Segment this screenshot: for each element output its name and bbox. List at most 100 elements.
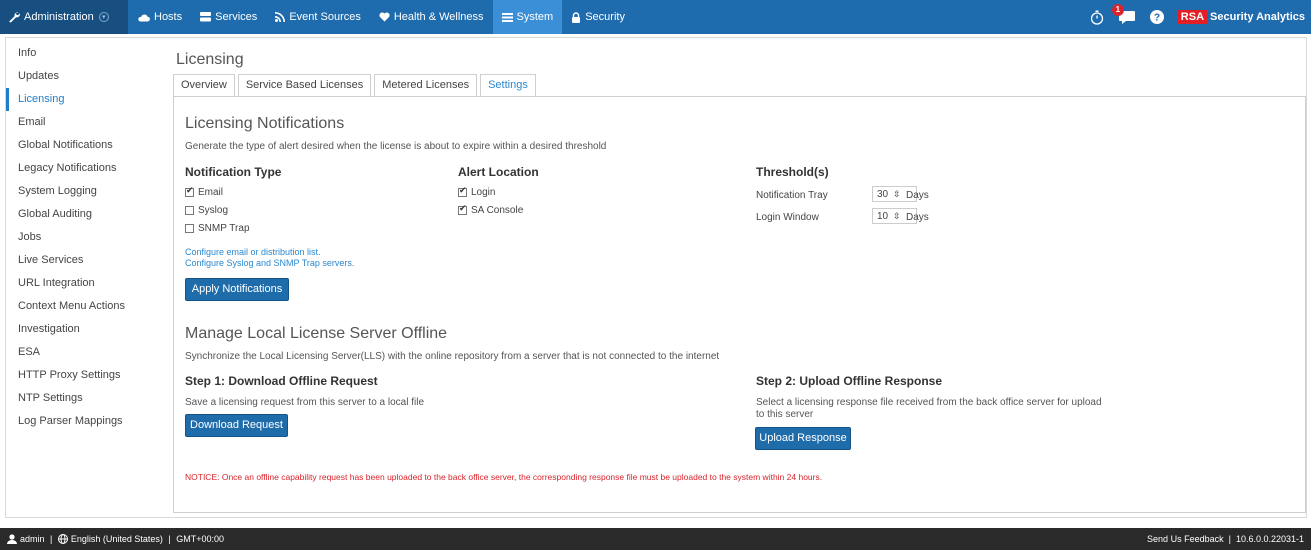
login-window-unit: Days (906, 212, 929, 223)
sidebar-item-updates[interactable]: Updates (6, 65, 164, 88)
sidebar-item-system-logging[interactable]: System Logging (6, 180, 164, 203)
nav-health-wellness[interactable]: Health & Wellness (370, 0, 493, 34)
notification-count-badge: 1 (1111, 3, 1124, 16)
sidebar-item-global-notifications[interactable]: Global Notifications (6, 134, 164, 157)
step1-heading: Step 1: Download Offline Request (185, 374, 378, 388)
syslog-checkbox-label: Syslog (198, 205, 229, 216)
sidebar-item-http-proxy-settings[interactable]: HTTP Proxy Settings (6, 364, 164, 387)
footer-separator: | (1223, 534, 1236, 544)
step2-heading: Step 2: Upload Offline Response (756, 374, 943, 388)
tab-service-based-licenses[interactable]: Service Based Licenses (237, 74, 372, 96)
sidebar-item-licensing[interactable]: Licensing (6, 88, 164, 111)
wrench-icon (9, 12, 20, 23)
rsa-logo-text: Security Analytics (1210, 11, 1305, 23)
nav-security[interactable]: Security (562, 0, 634, 34)
nav-security-label: Security (585, 11, 625, 23)
top-right-tools: 1 ? RSA Security Analytics (1090, 0, 1305, 34)
server-icon (200, 12, 212, 22)
globe-icon (57, 534, 68, 544)
sidebar-item-esa[interactable]: ESA (6, 341, 164, 364)
stopwatch-icon[interactable] (1090, 10, 1104, 25)
sidebar-item-live-services[interactable]: Live Services (6, 249, 164, 272)
snmp-trap-checkbox[interactable]: SNMP Trap (185, 223, 250, 234)
checkbox-checked-icon[interactable] (458, 185, 467, 197)
svg-text:?: ? (1154, 13, 1160, 24)
thresholds-heading: Threshold(s) (756, 165, 829, 179)
nav-system-label: System (516, 11, 554, 23)
notification-tray-unit: Days (906, 190, 929, 201)
up-down-arrows-icon[interactable]: ⇳ (893, 189, 901, 200)
chevron-down-icon[interactable]: ▾ (98, 12, 109, 22)
notifications-button[interactable]: 1 (1111, 3, 1136, 25)
notification-tray-value: 30 (877, 188, 889, 200)
main-content: Licensing Overview Service Based License… (170, 38, 1306, 517)
nav-system[interactable]: System (492, 0, 563, 34)
sa-console-checkbox[interactable]: SA Console (458, 203, 524, 216)
sidebar-item-global-auditing[interactable]: Global Auditing (6, 203, 164, 226)
login-checkbox-label: Login (471, 187, 496, 198)
configure-email-link[interactable]: Configure email or distribution list. (185, 247, 321, 257)
sidebar-item-investigation[interactable]: Investigation (6, 318, 164, 341)
heart-icon (379, 12, 390, 22)
checkbox-unchecked-icon[interactable] (185, 224, 194, 233)
login-window-value: 10 (877, 210, 889, 222)
footer-right: Send Us Feedback | 10.6.0.0.22031-1 (1147, 528, 1304, 550)
nav-services[interactable]: Services (191, 0, 266, 34)
settings-panel: Licensing Notifications Generate the typ… (173, 96, 1306, 513)
sidebar-item-legacy-notifications[interactable]: Legacy Notifications (6, 157, 164, 180)
licensing-notifications-description: Generate the type of alert desired when … (185, 141, 607, 152)
checkbox-unchecked-icon[interactable] (185, 206, 194, 215)
configure-syslog-link[interactable]: Configure Syslog and SNMP Trap servers. (185, 258, 354, 268)
notification-tray-label: Notification Tray (756, 190, 828, 201)
nav-health-wellness-label: Health & Wellness (393, 11, 484, 23)
page-title: Licensing (176, 51, 244, 68)
nav-administration-label: Administration (24, 11, 94, 23)
download-request-button[interactable]: Download Request (185, 414, 288, 437)
sidebar-item-log-parser-mappings[interactable]: Log Parser Mappings (6, 410, 164, 433)
login-window-label: Login Window (756, 212, 819, 223)
offline-notice-text: NOTICE: Once an offline capability reque… (185, 472, 823, 482)
sidebar-item-url-integration[interactable]: URL Integration (6, 272, 164, 295)
tab-overview[interactable]: Overview (173, 74, 235, 96)
footer-username[interactable]: admin (20, 534, 45, 544)
nav-event-sources[interactable]: Event Sources (266, 0, 370, 34)
help-icon[interactable]: ? (1149, 10, 1164, 24)
sidebar-item-email[interactable]: Email (6, 111, 164, 134)
nav-administration[interactable]: Administration ▾ (0, 0, 128, 34)
footer-separator: | (47, 534, 55, 544)
manage-offline-heading: Manage Local License Server Offline (185, 325, 448, 342)
rsa-logo-box: RSA (1177, 10, 1208, 24)
email-checkbox-label: Email (198, 187, 224, 198)
send-feedback-link[interactable]: Send Us Feedback (1147, 534, 1224, 544)
version-label: 10.6.0.0.22031-1 (1235, 534, 1304, 544)
checkbox-checked-icon[interactable] (458, 203, 467, 215)
nav-hosts[interactable]: Hosts (128, 0, 191, 34)
licensing-notifications-heading: Licensing Notifications (185, 115, 345, 132)
footer-separator: | (165, 534, 174, 544)
tab-metered-licenses[interactable]: Metered Licenses (374, 74, 478, 96)
nav-event-sources-label: Event Sources (289, 11, 361, 23)
sidebar-item-info[interactable]: Info (6, 42, 164, 65)
footer-language[interactable]: English (United States) (71, 534, 163, 544)
footer-timezone[interactable]: GMT+00:00 (176, 534, 224, 544)
sa-console-checkbox-label: SA Console (471, 205, 524, 216)
content-frame: Info Updates Licensing Email Global Noti… (5, 37, 1307, 518)
up-down-arrows-icon[interactable]: ⇳ (893, 211, 901, 222)
checkbox-checked-icon[interactable] (185, 185, 194, 197)
sidebar-item-context-menu-actions[interactable]: Context Menu Actions (6, 295, 164, 318)
upload-response-button[interactable]: Upload Response (755, 427, 851, 450)
apply-notifications-button[interactable]: Apply Notifications (185, 278, 289, 301)
tab-settings[interactable]: Settings (480, 74, 536, 97)
sidebar-item-jobs[interactable]: Jobs (6, 226, 164, 249)
notification-type-heading: Notification Type (185, 165, 282, 179)
sidebar: Info Updates Licensing Email Global Noti… (6, 38, 164, 517)
lock-icon (572, 11, 581, 23)
email-checkbox[interactable]: Email (185, 185, 224, 198)
sidebar-item-ntp-settings[interactable]: NTP Settings (6, 387, 164, 410)
top-nav-bar: Administration ▾ Hosts Services Event So… (0, 0, 1311, 34)
login-checkbox[interactable]: Login (458, 185, 496, 198)
feed-icon (275, 12, 286, 22)
footer-bar: admin | English (United States) | GMT+00… (0, 528, 1311, 550)
syslog-checkbox[interactable]: Syslog (185, 205, 228, 216)
cloud-icon (138, 14, 150, 21)
